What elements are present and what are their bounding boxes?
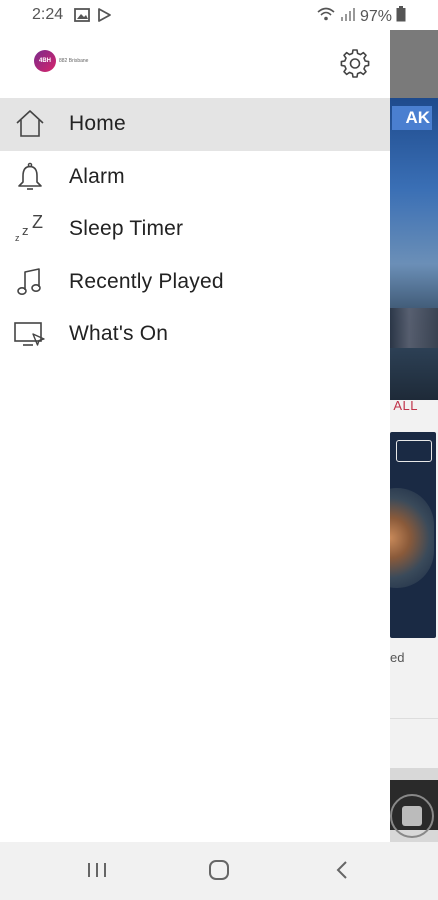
music-note-icon: [12, 264, 48, 300]
menu-item-sleep-timer[interactable]: zzZ Sleep Timer: [0, 203, 390, 256]
background-hero-city-lights: [390, 308, 438, 348]
status-system-icons: 97%: [316, 6, 406, 27]
status-time: 2:24: [32, 6, 64, 23]
status-notification-icons: [74, 7, 112, 28]
background-player-bar: [390, 780, 438, 838]
background-mini-player: [390, 768, 438, 842]
navigation-drawer: 4BH 882 Brisbane Home Alarm z z Z Sleep …: [0, 30, 390, 842]
play-icon: [96, 7, 112, 28]
see-all-link[interactable]: ALL: [393, 398, 418, 413]
background-card-caption: ed: [390, 650, 405, 665]
recent-apps-button[interactable]: [77, 856, 117, 888]
station-logo: 4BH 882 Brisbane: [34, 50, 88, 72]
home-circle-icon: [207, 858, 231, 887]
station-logo-text: 882 Brisbane: [59, 58, 89, 64]
menu-item-label: What's On: [69, 322, 169, 346]
back-chevron-icon: [334, 859, 350, 886]
sleep-zzz-icon: zzZ: [12, 211, 48, 247]
signal-icon: [340, 6, 356, 27]
home-icon: [12, 106, 48, 142]
home-nav-button[interactable]: [199, 856, 239, 888]
stop-icon: [402, 806, 422, 826]
settings-button[interactable]: [338, 48, 372, 82]
menu-item-recently-played[interactable]: Recently Played: [0, 256, 390, 309]
background-hero-image[interactable]: AK: [390, 98, 438, 400]
image-icon: [74, 7, 90, 28]
background-app: AK ALL ed: [390, 30, 438, 842]
menu-item-label: Home: [69, 112, 126, 136]
system-nav-bar: [0, 842, 438, 900]
recent-apps-icon: [86, 860, 108, 885]
svg-text:Z: Z: [32, 214, 43, 232]
wifi-icon: [316, 6, 336, 27]
station-logo-badge: 4BH: [34, 50, 56, 72]
gear-icon: [340, 48, 370, 83]
background-app-toolbar: [390, 30, 438, 98]
menu-item-label: Alarm: [69, 164, 125, 188]
drawer-header: 4BH 882 Brisbane: [0, 30, 390, 98]
tv-cast-icon: [12, 316, 48, 352]
drawer-menu: Home Alarm zzZ Sleep Timer Recently Play…: [0, 98, 390, 361]
background-divider: [390, 718, 438, 719]
menu-item-alarm[interactable]: Alarm: [0, 151, 390, 204]
background-card[interactable]: [390, 432, 436, 638]
status-bar: 2:24 97%: [0, 0, 438, 30]
svg-text:z: z: [15, 233, 20, 243]
menu-item-whats-on[interactable]: What's On: [0, 308, 390, 361]
back-button[interactable]: [322, 856, 362, 888]
menu-item-home[interactable]: Home: [0, 98, 390, 151]
menu-item-label: Sleep Timer: [69, 217, 184, 241]
stop-button[interactable]: [390, 794, 434, 838]
bell-icon: [12, 159, 48, 195]
menu-item-label: Recently Played: [69, 269, 224, 293]
battery-percent: 97%: [359, 7, 392, 25]
background-hero-badge: AK: [392, 106, 432, 130]
battery-icon: [396, 6, 406, 27]
background-card-image: [390, 488, 434, 588]
svg-text:z: z: [22, 223, 29, 238]
background-card-tag: [396, 440, 432, 462]
